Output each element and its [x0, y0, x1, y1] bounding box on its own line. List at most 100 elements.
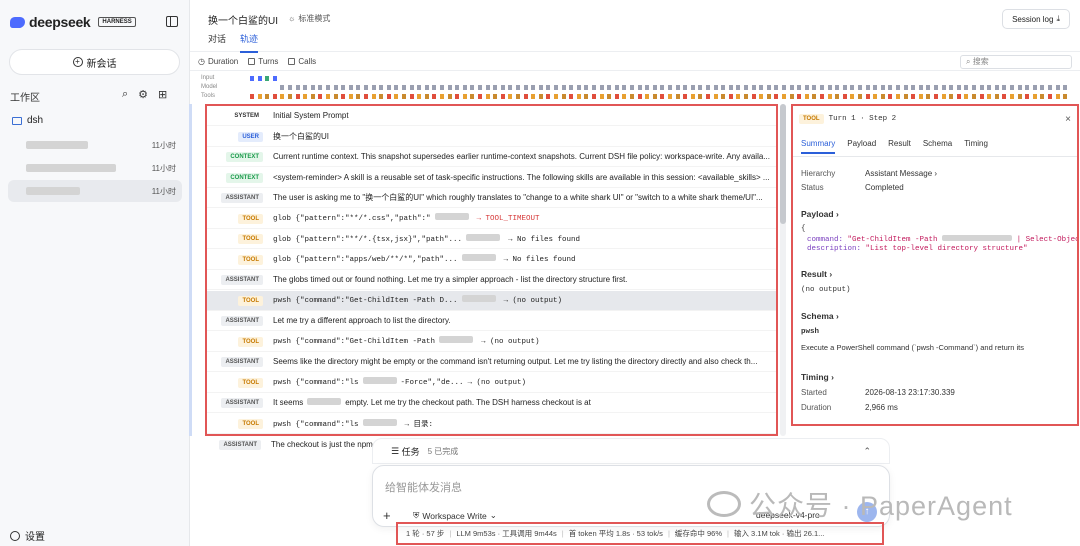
- timeline-cell[interactable]: [432, 85, 437, 90]
- timeline-cell[interactable]: [356, 85, 361, 90]
- timeline-cell[interactable]: [394, 85, 399, 90]
- timeline-cell[interactable]: [288, 94, 292, 99]
- timeline-cell[interactable]: [1025, 94, 1030, 99]
- folder-item[interactable]: dsh: [12, 115, 43, 126]
- timeline-cell[interactable]: [812, 85, 817, 90]
- timeline-cell[interactable]: [348, 85, 353, 90]
- timeline-cell[interactable]: [896, 94, 900, 99]
- timeline-cell[interactable]: [949, 94, 954, 99]
- duration-toggle[interactable]: ◷ Duration: [198, 57, 238, 66]
- timeline-cell[interactable]: [827, 94, 832, 99]
- session-item[interactable]: 11小时: [8, 134, 182, 156]
- timeline-cell[interactable]: [690, 85, 695, 90]
- timeline-cell[interactable]: [820, 94, 824, 99]
- timeline-cell[interactable]: [850, 94, 855, 99]
- timeline-cell[interactable]: [424, 94, 429, 99]
- timeline-cell[interactable]: [576, 94, 581, 99]
- session-log-button[interactable]: Session log ⤓: [1002, 9, 1070, 29]
- timeline-cell[interactable]: [1032, 85, 1037, 90]
- timeline-cell[interactable]: [744, 85, 748, 90]
- timeline-cell[interactable]: [736, 85, 741, 90]
- tab-schema[interactable]: Schema: [923, 139, 952, 154]
- timeline-cell[interactable]: [288, 85, 292, 90]
- timeline-cell[interactable]: [660, 85, 665, 90]
- timeline-cell[interactable]: [402, 94, 406, 99]
- timeline-cell[interactable]: [812, 94, 817, 99]
- timing-section-title[interactable]: Timing ›: [801, 372, 834, 382]
- attach-plus-icon[interactable]: +: [383, 508, 391, 523]
- trace-row[interactable]: ASSISTANT The globs timed out or found no…: [207, 270, 776, 290]
- trace-row[interactable]: TOOL glob {"pattern":"**/*.{tsx,jsx}","pa…: [207, 229, 776, 249]
- timeline-cell[interactable]: [1010, 85, 1014, 90]
- timeline-cell[interactable]: [728, 85, 733, 90]
- timeline-cell[interactable]: [622, 94, 627, 99]
- timeline-cell[interactable]: [698, 94, 703, 99]
- timeline-cell[interactable]: [447, 85, 452, 90]
- timeline-cell[interactable]: [827, 85, 832, 90]
- timeline-cell[interactable]: [538, 94, 543, 99]
- tab-timing[interactable]: Timing: [964, 139, 988, 154]
- timeline-cell[interactable]: [440, 94, 444, 99]
- tab-result[interactable]: Result: [888, 139, 911, 154]
- timeline-cell[interactable]: [804, 85, 809, 90]
- timeline-cell[interactable]: [721, 94, 726, 99]
- timeline-cell[interactable]: [614, 85, 619, 90]
- timeline-cell[interactable]: [394, 94, 399, 99]
- timeline-cell[interactable]: [531, 85, 536, 90]
- timeline-cell[interactable]: [934, 94, 938, 99]
- timeline-cell[interactable]: [478, 85, 482, 90]
- timeline-cell[interactable]: [873, 94, 878, 99]
- timeline-cell[interactable]: [569, 94, 574, 99]
- timeline-cell[interactable]: [318, 85, 323, 90]
- timeline-cell[interactable]: [303, 94, 308, 99]
- search-input[interactable]: ⌕ 搜索: [960, 55, 1072, 69]
- timeline-cell[interactable]: [987, 94, 992, 99]
- timeline-cell[interactable]: [994, 85, 999, 90]
- message-input[interactable]: 给智能体发消息: [385, 479, 462, 495]
- timeline-cell[interactable]: [462, 85, 467, 90]
- timeline-cell[interactable]: [455, 94, 460, 99]
- timeline-cell[interactable]: [888, 85, 893, 90]
- timeline-cell[interactable]: [417, 85, 422, 90]
- timeline-cell[interactable]: [584, 94, 589, 99]
- timeline-cell[interactable]: [538, 85, 543, 90]
- trace-row[interactable]: ASSISTANT Let me try a different approach…: [207, 311, 776, 331]
- timeline-cell[interactable]: [478, 94, 482, 99]
- timeline-cell[interactable]: [470, 85, 475, 90]
- timeline-cell[interactable]: [1040, 85, 1045, 90]
- timeline-cell[interactable]: [409, 94, 414, 99]
- timeline-cell[interactable]: [888, 94, 893, 99]
- timeline-cell[interactable]: [310, 85, 315, 90]
- timeline-cell[interactable]: [979, 94, 984, 99]
- timeline-cell[interactable]: [1063, 94, 1068, 99]
- timeline-cell[interactable]: [941, 94, 946, 99]
- timeline-cell[interactable]: [592, 85, 596, 90]
- timeline-cell[interactable]: [607, 94, 612, 99]
- tab-payload[interactable]: Payload: [847, 139, 876, 154]
- timeline-cell[interactable]: [941, 85, 946, 90]
- timeline-cell[interactable]: [402, 85, 406, 90]
- trace-row[interactable]: CONTEXT <system-reminder> A skill is a re…: [207, 168, 776, 188]
- timeline-cell[interactable]: [508, 85, 513, 90]
- timeline-cell[interactable]: [903, 94, 908, 99]
- timeline-cell[interactable]: [341, 94, 346, 99]
- timeline-cell[interactable]: [432, 94, 437, 99]
- timeline-cell[interactable]: [485, 85, 490, 90]
- timeline-cell[interactable]: [1055, 94, 1060, 99]
- timeline-cell[interactable]: [250, 94, 254, 99]
- timeline-cell[interactable]: [599, 85, 604, 90]
- timeline-cell[interactable]: [850, 85, 855, 90]
- timeline-cell[interactable]: [1002, 94, 1007, 99]
- timeline-cell[interactable]: [561, 94, 566, 99]
- session-item[interactable]: 11小时: [8, 157, 182, 179]
- brand-logo[interactable]: deepseek HARNESS: [10, 14, 136, 30]
- timeline-cell[interactable]: [706, 85, 710, 90]
- timeline-cell[interactable]: [728, 94, 733, 99]
- timeline-cell[interactable]: [447, 94, 452, 99]
- timeline-cell[interactable]: [272, 76, 277, 81]
- close-icon[interactable]: ×: [1065, 114, 1071, 125]
- timeline-cell[interactable]: [1063, 85, 1068, 90]
- timeline-cell[interactable]: [880, 94, 885, 99]
- timeline-cell[interactable]: [333, 85, 338, 90]
- timeline-cell[interactable]: [911, 94, 916, 99]
